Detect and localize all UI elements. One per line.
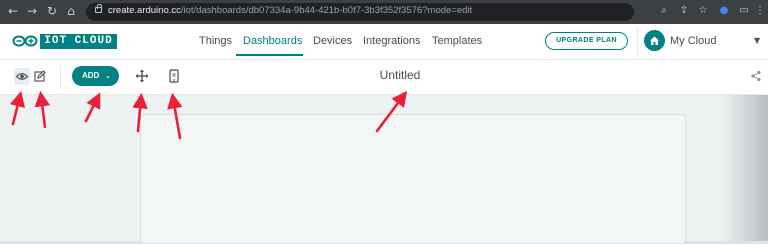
arrow-to-add-button [84,92,101,123]
arrow-to-move-icon [132,92,148,133]
arrow-to-mobile-icon [167,92,183,140]
arrow-to-view-icon [9,90,26,126]
arrow-to-title [375,90,408,133]
arrow-to-edit-icon [34,90,51,129]
annotation-arrows [9,90,408,140]
